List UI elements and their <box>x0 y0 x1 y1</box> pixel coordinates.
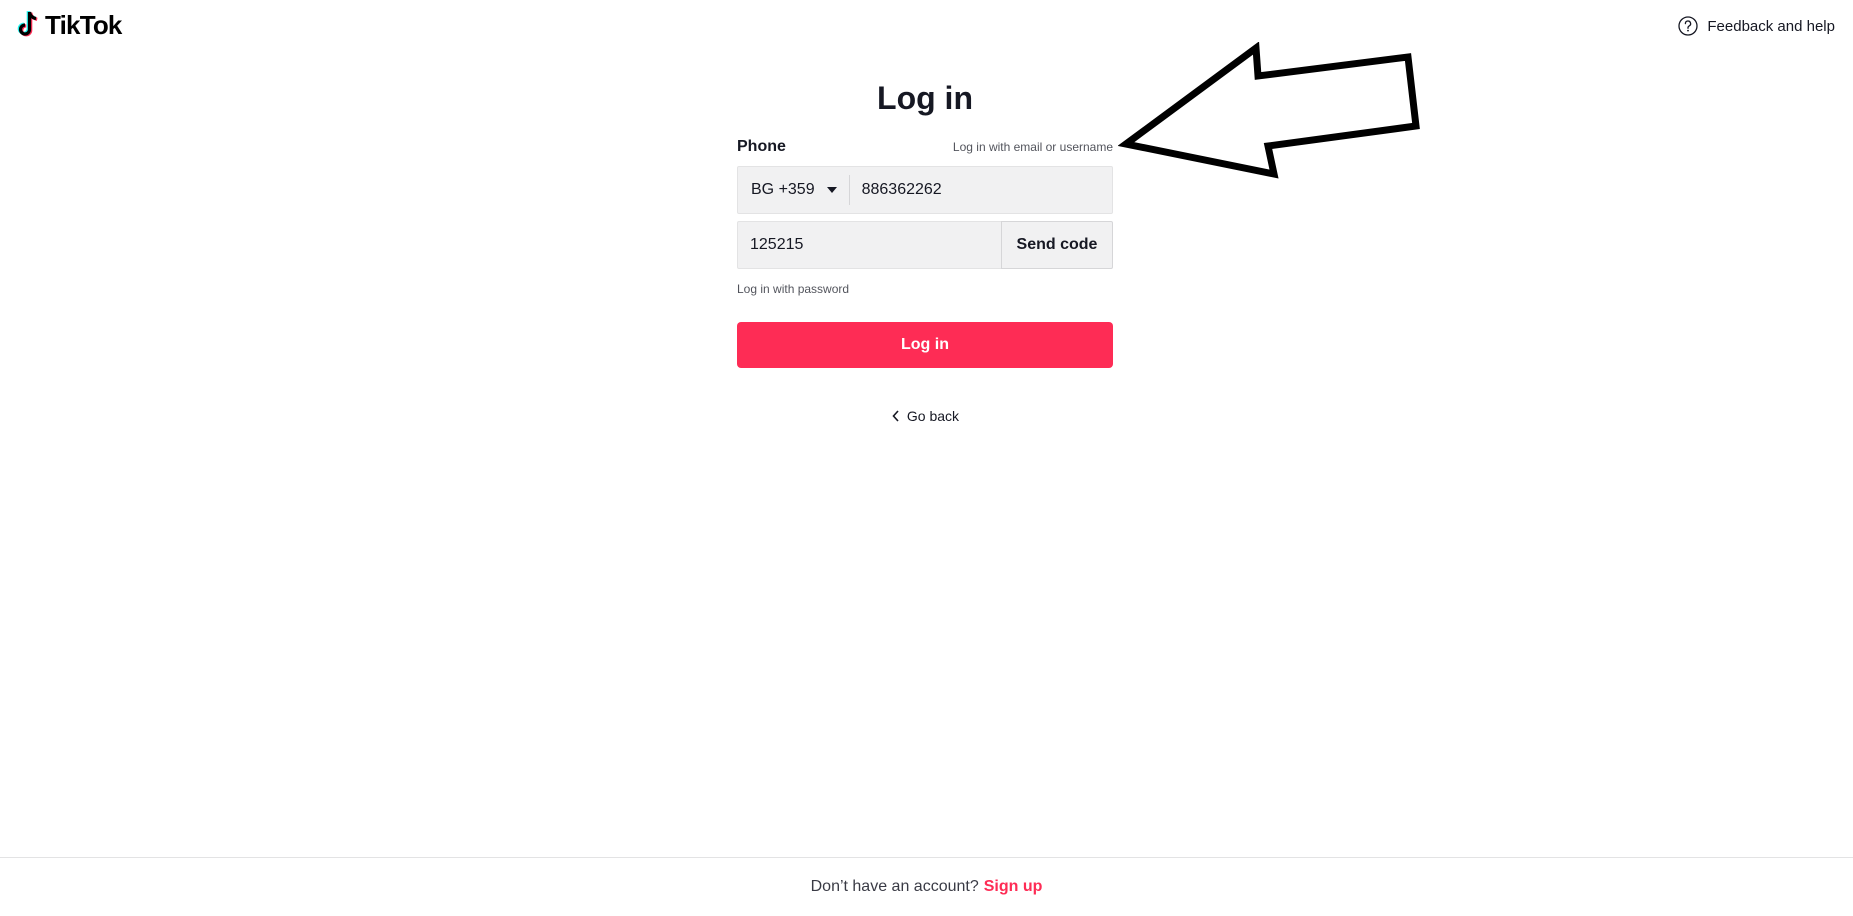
phone-label-row: Phone Log in with email or username <box>737 136 1113 158</box>
tiktok-logo[interactable]: TikTok <box>15 10 122 40</box>
login-page: TikTok Feedback and help Log in Phone Lo… <box>0 0 1853 916</box>
feedback-help-label: Feedback and help <box>1707 17 1835 35</box>
login-form: Log in Phone Log in with email or userna… <box>737 78 1113 424</box>
chevron-left-icon <box>892 410 899 422</box>
country-code-value: BG +359 <box>751 181 815 198</box>
password-login-link[interactable]: Log in with password <box>737 282 1113 298</box>
caret-down-icon <box>826 187 837 193</box>
verification-code-input[interactable] <box>738 222 1001 268</box>
phone-field: BG +359 <box>737 166 1113 214</box>
question-circle-icon <box>1678 16 1699 36</box>
go-back-label: Go back <box>906 408 960 424</box>
code-field <box>737 221 1001 269</box>
tiktok-note-icon <box>17 10 38 37</box>
country-code-select[interactable]: BG +359 <box>738 175 850 205</box>
feedback-help-link[interactable]: Feedback and help <box>1677 15 1835 37</box>
go-back-link[interactable]: Go back <box>737 408 1113 424</box>
annotation-arrow <box>1118 42 1420 179</box>
page-title: Log in <box>877 80 973 116</box>
logo-text: TikTok <box>45 10 122 40</box>
phone-input[interactable] <box>849 167 1112 213</box>
email-username-login-link[interactable]: Log in with email or username <box>953 140 1113 154</box>
login-button[interactable]: Log in <box>737 322 1113 368</box>
signup-link[interactable]: Sign up <box>984 878 1043 896</box>
phone-label: Phone <box>737 138 786 155</box>
code-row: Send code <box>737 221 1113 269</box>
footer: Don’t have an account? Sign up <box>0 857 1853 916</box>
send-code-button[interactable]: Send code <box>1001 221 1113 269</box>
signup-prompt: Don’t have an account? <box>810 878 979 895</box>
